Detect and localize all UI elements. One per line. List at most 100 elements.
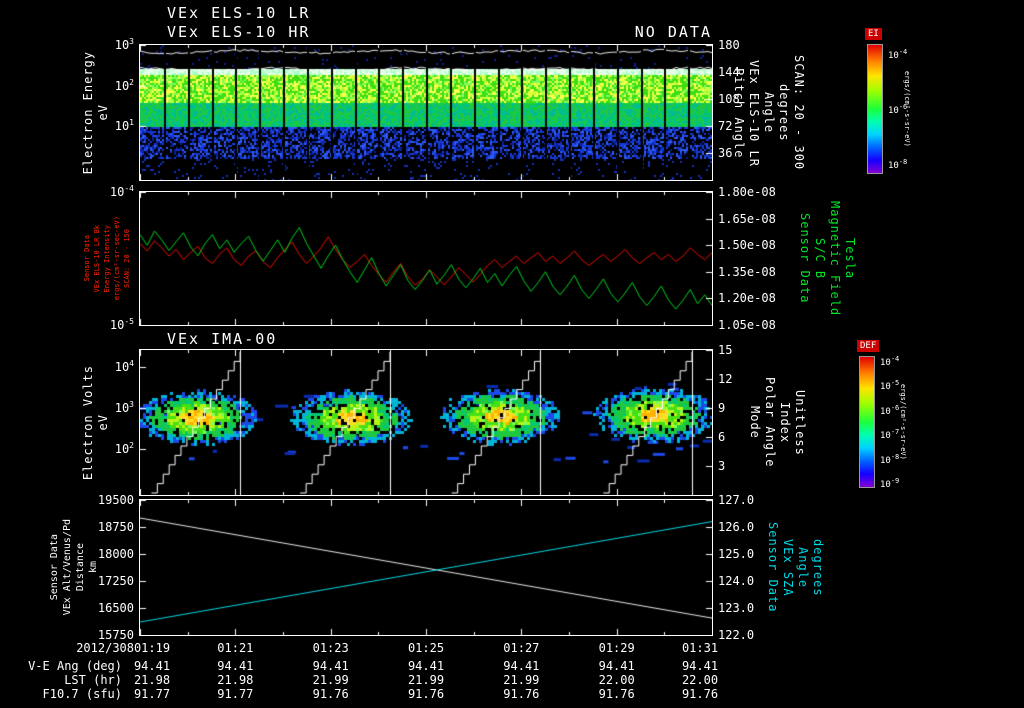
ima00-spectrogram-canvas	[140, 350, 712, 495]
y-axis-tick-label: 101	[114, 118, 134, 134]
axis-label-line: Unitless	[793, 389, 807, 456]
axis-label-line: Mode	[748, 406, 762, 439]
panel4-right-axis-label: Sensor Data VEx SZA Angle degrees	[766, 500, 825, 635]
time-tick-label: 01:27	[503, 641, 540, 655]
panel1-spectrogram-plot	[139, 44, 713, 181]
panel3-right-axis-label: Mode Polar Angle Index Unitless	[748, 350, 807, 495]
ei-colorbar-tick: 10-8	[888, 157, 908, 171]
ephemeris-value: 94.41	[598, 659, 635, 673]
axis-label-line: degrees	[777, 84, 791, 142]
y-axis-tick-label: 1.05e-08	[718, 318, 776, 332]
ephemeris-value: 91.77	[133, 687, 171, 701]
axis-label-line: Angle	[762, 92, 776, 134]
time-tick-label: 01:19	[133, 641, 171, 655]
panel2-right-axis-label: Sensor Data S/C B Magnetic Field Tesla	[798, 192, 857, 325]
panel2-line-plot	[139, 191, 713, 326]
ephemeris-value: 91.76	[598, 687, 635, 701]
y-axis-tick-label: 125.0	[718, 547, 755, 561]
y-axis-tick-label: 10-5	[109, 317, 134, 333]
axis-label-line: Distance	[74, 543, 86, 592]
ephemeris-value: 21.99	[312, 673, 349, 687]
y-axis-tick-label: 18750	[97, 520, 134, 534]
axis-label-line: SCAN: 20 - 150	[122, 228, 131, 288]
axis-label-line: VEx ELS-10 LR	[747, 59, 761, 167]
axis-label-line: Sensor Data	[798, 213, 812, 304]
def-colorbar-tick: 10-4	[880, 355, 900, 369]
panel1-title-hr: VEx ELS-10 HR	[167, 23, 311, 41]
row-label-f107: F10.7 (sfu)	[42, 687, 122, 701]
axis-label-line: Magnetic Field	[828, 200, 842, 317]
ephemeris-value: 91.76	[681, 687, 719, 701]
colorbar-def-tag: DEF	[857, 340, 880, 352]
ephemeris-value: 91.76	[407, 687, 445, 701]
ei-colorbar-tick: 10-4	[888, 48, 908, 62]
y-axis-tick-label: 123.0	[718, 601, 755, 615]
y-axis-tick-label: 126.0	[718, 520, 755, 534]
y-axis-tick-label: 103	[114, 37, 134, 53]
intensity-bfield-canvas	[140, 192, 712, 325]
axis-label-line: Sensor Data	[82, 235, 91, 282]
y-axis-tick-label: 127.0	[718, 493, 755, 507]
ephemeris-value: 22.00	[598, 673, 635, 687]
row-label-lst: LST (hr)	[64, 673, 122, 687]
ephemeris-value: 94.41	[312, 659, 349, 673]
axis-label-line: SCAN: 20 - 300	[792, 55, 806, 171]
def-colorbar-tick: 10-8	[880, 452, 900, 466]
y-axis-tick-label: 122.0	[718, 628, 755, 642]
ephemeris-value: 94.41	[503, 659, 540, 673]
ephemeris-value: 21.99	[503, 673, 540, 687]
axis-label-line: VEx Alt/Venus/Pd	[61, 519, 73, 616]
axis-label-line: Energy Intensity	[102, 224, 111, 293]
y-axis-tick-label: 19500	[97, 493, 134, 507]
no-data-status: NO DATA	[634, 23, 712, 41]
panel1-left-axis-label: Electron Energy eV	[74, 45, 116, 180]
y-axis-tick-label: 1.50e-08	[718, 238, 776, 253]
y-axis-tick-label: 144	[718, 65, 740, 79]
axis-label-line: Electron Energy	[80, 50, 95, 175]
y-axis-tick-label: 18000	[97, 547, 134, 561]
ei-colorbar-tick: 10-6	[888, 103, 908, 117]
y-axis-tick-label: 36	[718, 146, 733, 160]
colorbar-def-gradient	[859, 356, 875, 488]
axis-label-line: ergs/(cm²-sr-sec-eV)	[112, 216, 121, 301]
y-axis-tick-label: 104	[114, 359, 134, 375]
ephemeris-value: 21.98	[217, 673, 254, 687]
y-axis-tick-label: 102	[114, 440, 134, 456]
time-tick-label: 01:21	[217, 641, 254, 655]
ephemeris-value: 22.00	[681, 673, 719, 687]
y-axis-tick-label: 9	[718, 401, 726, 415]
panel4-line-plot	[139, 499, 713, 636]
y-axis-tick-label: 3	[718, 459, 726, 473]
colorbar-def-unit: ergs/(cm²-s-sr-eV)	[899, 384, 907, 460]
panel2-left-axis-label: Sensor Data VEx ELS-10 LR Bk Energy Intens…	[82, 192, 131, 325]
colorbar-ei-tag: EI	[865, 28, 882, 40]
y-axis-tick-label: 1.20e-08	[718, 291, 776, 306]
axis-label-line: VEx ELS-10 LR Bk	[92, 224, 101, 293]
ephemeris-value: 94.41	[217, 659, 254, 673]
date-label: 2012/308	[76, 641, 134, 655]
y-axis-tick-label: 180	[718, 38, 740, 52]
panel3-title: VEx IMA-00	[167, 330, 278, 348]
axis-label-line: Sensor Data	[766, 522, 780, 613]
y-axis-tick-label: 103	[114, 400, 134, 416]
axis-label-line: Electron Volts	[80, 364, 95, 481]
ephemeris-value: 91.77	[217, 687, 254, 701]
axis-label-line: Index	[778, 401, 792, 444]
y-axis-tick-label: 12	[718, 372, 733, 386]
panel1-title-lr: VEx ELS-10 LR	[167, 4, 311, 22]
time-tick-label: 01:23	[312, 641, 349, 655]
axis-label-line: VEx SZA	[781, 538, 795, 597]
y-axis-tick-label: 15750	[97, 628, 134, 642]
def-colorbar-tick: 10-9	[880, 476, 900, 490]
altitude-sza-canvas	[140, 500, 712, 635]
y-axis-tick-label: 1.65e-08	[718, 211, 776, 226]
y-axis-tick-label: 10-4	[109, 184, 134, 200]
time-tick-label: 01:25	[407, 641, 445, 655]
y-axis-tick-label: 102	[114, 77, 134, 93]
y-axis-tick-label: 1.80e-08	[718, 185, 776, 199]
ephemeris-value: 91.76	[312, 687, 349, 701]
axis-label-line: Pitch Angle	[732, 67, 746, 159]
colorbar-ei-gradient	[867, 44, 883, 174]
y-axis-tick-label: 108	[718, 92, 740, 106]
ephemeris-value: 21.99	[407, 673, 445, 687]
